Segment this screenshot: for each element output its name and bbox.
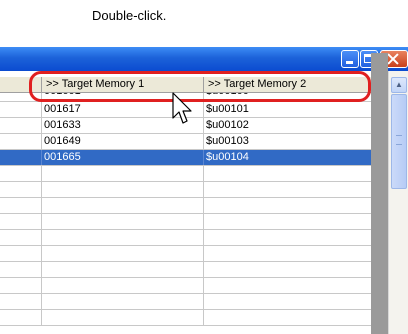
table-row[interactable]: [0, 182, 388, 198]
target-memory-1-cell[interactable]: [42, 246, 204, 261]
target-memory-1-cell[interactable]: [42, 166, 204, 181]
row-header-cell[interactable]: [0, 278, 42, 293]
cell-text: $u00103: [206, 135, 249, 147]
target-memory-2-cell[interactable]: [204, 278, 388, 293]
row-header-cell[interactable]: [0, 134, 42, 149]
cell-text: 001665: [44, 151, 81, 163]
row-header-cell[interactable]: [0, 310, 42, 325]
column-header-row-number[interactable]: [0, 77, 42, 93]
target-memory-2-cell[interactable]: [204, 182, 388, 197]
row-header-cell[interactable]: [0, 118, 42, 133]
table-row-selected[interactable]: 001665 $u00104: [0, 150, 388, 166]
table-row[interactable]: [0, 166, 388, 182]
row-header-cell[interactable]: [0, 166, 42, 181]
target-memory-1-cell[interactable]: [42, 310, 204, 325]
target-memory-1-cell[interactable]: [42, 198, 204, 213]
cell-text: $u00100: [206, 93, 388, 97]
row-header-cell[interactable]: [0, 246, 42, 261]
window-edge-shadow: [371, 53, 388, 334]
column-header-target-memory-2[interactable]: >> Target Memory 2: [204, 77, 388, 93]
target-memory-1-cell[interactable]: [42, 278, 204, 293]
target-memory-2-cell[interactable]: [204, 310, 388, 325]
row-header-cell[interactable]: [0, 182, 42, 197]
target-memory-2-cell[interactable]: $u00104: [204, 150, 388, 165]
table-row[interactable]: [0, 310, 388, 326]
chevron-up-icon[interactable]: ▲: [391, 77, 407, 93]
target-memory-1-cell[interactable]: [42, 262, 204, 277]
table-row[interactable]: [0, 198, 388, 214]
target-memory-1-cell[interactable]: [42, 294, 204, 309]
row-header-cell[interactable]: [0, 294, 42, 309]
target-memory-1-cell[interactable]: [42, 230, 204, 245]
target-memory-2-cell[interactable]: [204, 198, 388, 213]
row-header-cell[interactable]: [0, 214, 42, 229]
table-row[interactable]: [0, 214, 388, 230]
cell-text: 001617: [44, 103, 81, 115]
target-memory-2-cell[interactable]: $u00101: [204, 102, 388, 117]
row-header-cell[interactable]: [0, 150, 42, 165]
instruction-caption: Double-click.: [92, 8, 167, 23]
target-memory-1-cell[interactable]: 001665: [42, 150, 204, 165]
target-memory-2-cell[interactable]: [204, 166, 388, 181]
table-row[interactable]: [0, 278, 388, 294]
data-window: >> Target Memory 1 >> Target Memory 2 00…: [0, 47, 408, 334]
table-row[interactable]: [0, 246, 388, 262]
minimize-icon[interactable]: [341, 50, 359, 68]
column-header-target-memory-1[interactable]: >> Target Memory 1: [42, 77, 204, 93]
table-row[interactable]: [0, 294, 388, 310]
target-memory-2-cell[interactable]: [204, 246, 388, 261]
cell-text: $u00104: [206, 151, 249, 163]
table-row[interactable]: 001601$u00100: [0, 93, 388, 102]
target-memory-1-cell[interactable]: [42, 182, 204, 197]
target-memory-1-cell[interactable]: 001649: [42, 134, 204, 149]
row-header-cell[interactable]: [0, 230, 42, 245]
cell-text: $u00101: [206, 103, 249, 115]
window-titlebar[interactable]: [0, 47, 408, 71]
target-memory-2-cell[interactable]: $u00100: [204, 93, 388, 101]
target-memory-2-cell[interactable]: [204, 214, 388, 229]
table-row[interactable]: 001617 $u00101: [0, 102, 388, 118]
row-header-cell[interactable]: [0, 93, 42, 101]
row-header-cell[interactable]: [0, 262, 42, 277]
target-memory-2-cell[interactable]: [204, 230, 388, 245]
table-row[interactable]: 001633 $u00102: [0, 118, 388, 134]
row-header-cell[interactable]: [0, 198, 42, 213]
cell-text: 001649: [44, 135, 81, 147]
target-memory-2-cell[interactable]: $u00103: [204, 134, 388, 149]
target-memory-2-cell[interactable]: $u00102: [204, 118, 388, 133]
table-row[interactable]: 001649 $u00103: [0, 134, 388, 150]
table-row[interactable]: [0, 262, 388, 278]
mouse-pointer-icon: [172, 92, 192, 124]
target-memory-2-cell[interactable]: [204, 262, 388, 277]
target-memory-2-cell[interactable]: [204, 294, 388, 309]
table-row[interactable]: [0, 230, 388, 246]
cell-text: 001633: [44, 119, 81, 131]
memory-table: >> Target Memory 1 >> Target Memory 2 00…: [0, 71, 388, 334]
scrollbar-thumb[interactable]: [391, 94, 407, 189]
vertical-scrollbar[interactable]: ▲: [388, 71, 408, 334]
target-memory-1-cell[interactable]: [42, 214, 204, 229]
row-header-cell[interactable]: [0, 102, 42, 117]
cell-text: $u00102: [206, 119, 249, 131]
